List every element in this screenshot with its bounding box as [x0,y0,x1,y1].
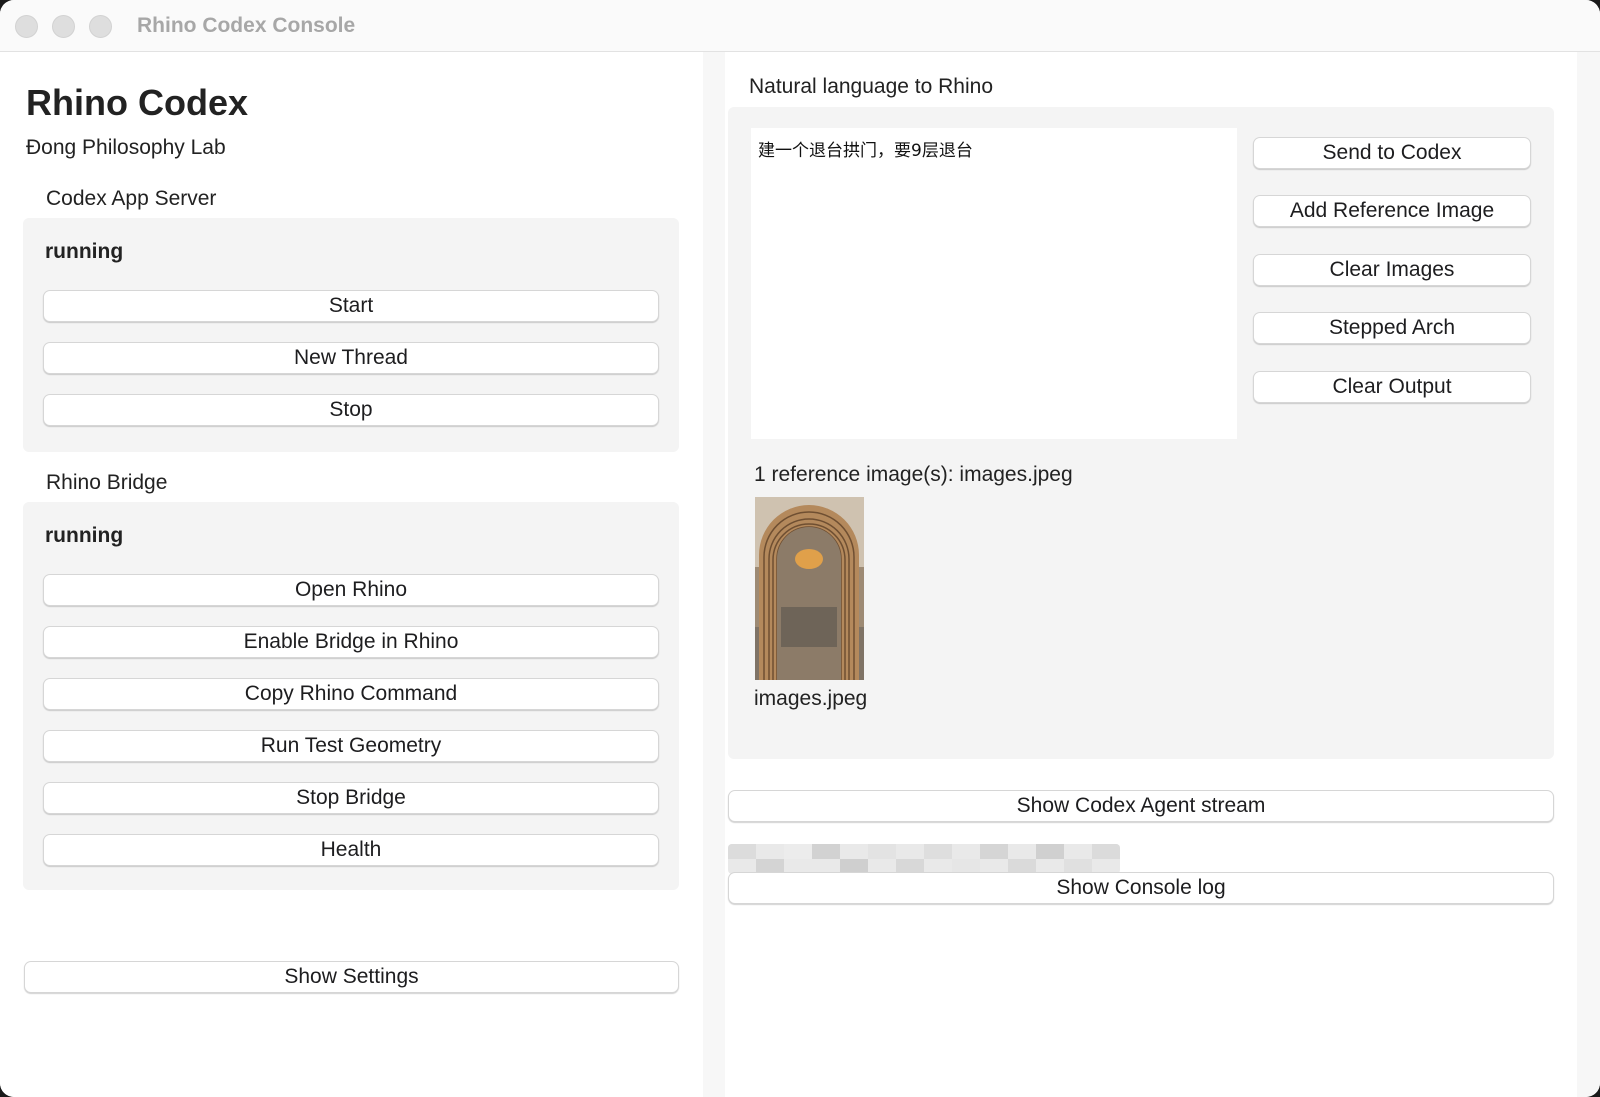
app-subtitle: Đong Philosophy Lab [26,136,226,159]
app-window: Rhino Codex Console Rhino Codex Đong Phi… [0,0,1600,1097]
codex-server-label: Codex App Server [46,187,217,210]
main-panel: Natural language to Rhino Send to Codex … [725,52,1577,1097]
stop-button[interactable]: Stop [43,394,659,426]
start-button[interactable]: Start [43,290,659,322]
show-console-log-button[interactable]: Show Console log [728,872,1554,904]
health-button[interactable]: Health [43,834,659,866]
rhino-bridge-label: Rhino Bridge [46,471,168,494]
natural-language-label: Natural language to Rhino [749,75,994,98]
clear-output-button[interactable]: Clear Output [1253,371,1531,403]
show-settings-button[interactable]: Show Settings [24,961,679,993]
prompt-input[interactable] [751,128,1237,439]
show-agent-stream-button[interactable]: Show Codex Agent stream [728,790,1554,822]
send-to-codex-button[interactable]: Send to Codex [1253,137,1531,169]
pixelated-redaction [728,844,1120,874]
clear-images-button[interactable]: Clear Images [1253,254,1531,286]
stop-bridge-button[interactable]: Stop Bridge [43,782,659,814]
thumbnail-filename: images.jpeg [754,687,868,710]
window-title: Rhino Codex Console [137,14,356,37]
pane-divider[interactable] [703,52,725,1097]
prompt-group: Send to Codex Add Reference Image Clear … [728,107,1554,759]
reference-image-thumbnail[interactable] [755,497,864,680]
app-title: Rhino Codex [26,82,248,123]
window-edge [1577,52,1600,1097]
reference-count-text: 1 reference image(s): images.jpeg [754,463,1073,486]
zoom-window-button[interactable] [89,15,112,38]
enable-bridge-button[interactable]: Enable Bridge in Rhino [43,626,659,658]
codex-server-group: running Start New Thread Stop [23,218,679,452]
codex-server-status: running [45,240,124,263]
stepped-arch-photo [755,497,864,680]
new-thread-button[interactable]: New Thread [43,342,659,374]
rhino-bridge-status: running [45,524,124,547]
run-test-geometry-button[interactable]: Run Test Geometry [43,730,659,762]
add-reference-image-button[interactable]: Add Reference Image [1253,195,1531,227]
open-rhino-button[interactable]: Open Rhino [43,574,659,606]
copy-rhino-command-button[interactable]: Copy Rhino Command [43,678,659,710]
rhino-bridge-group: running Open Rhino Enable Bridge in Rhin… [23,502,679,890]
title-bar: Rhino Codex Console [0,0,1600,52]
redacted-status-text [728,844,1120,874]
close-window-button[interactable] [15,15,38,38]
stepped-arch-button[interactable]: Stepped Arch [1253,312,1531,344]
control-sidebar: Rhino Codex Đong Philosophy Lab Codex Ap… [0,52,703,1097]
minimize-window-button[interactable] [52,15,75,38]
